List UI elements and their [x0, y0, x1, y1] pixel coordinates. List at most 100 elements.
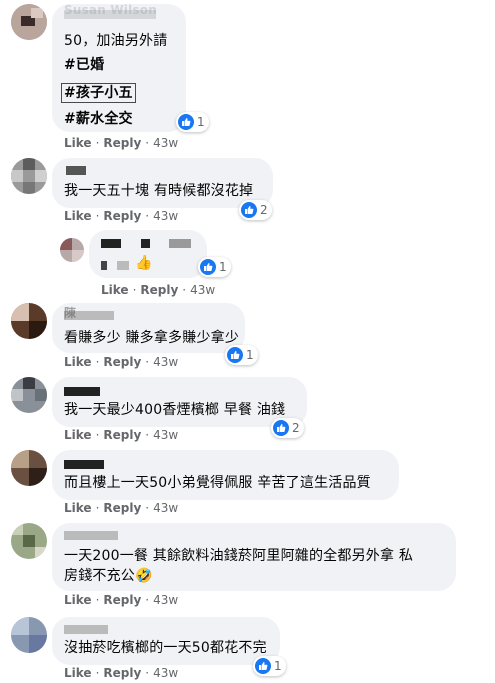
comment-text: 一天200一餐 其餘飲料油錢菸阿里阿雜的全都另外拿 私	[64, 548, 414, 564]
like-button[interactable]: Like	[64, 501, 92, 515]
like-button[interactable]: Like	[64, 666, 92, 680]
reply-button[interactable]: Reply	[103, 136, 141, 150]
reaction-summary[interactable]: 1	[176, 112, 209, 132]
author-name[interactable]: 陳	[64, 307, 76, 319]
comment-text: 👍	[135, 255, 153, 271]
comment-actions: Like · Reply · 43w	[64, 428, 178, 442]
thumbs-up-icon	[200, 259, 216, 275]
avatar[interactable]	[11, 303, 47, 339]
reply-button[interactable]: Reply	[103, 209, 141, 223]
reaction-summary[interactable]: 1	[225, 345, 258, 365]
reply-button[interactable]: Reply	[140, 283, 178, 297]
avatar[interactable]	[11, 523, 47, 559]
author-name-redacted-part	[141, 239, 150, 248]
reaction-count: 1	[274, 659, 282, 673]
separator: ·	[95, 209, 100, 223]
reply-button[interactable]: Reply	[103, 428, 141, 442]
comment-actions: Like · Reply · 43w	[64, 666, 178, 680]
comment-bubble: 50，加油另外請 #已婚 #孩子小五 #薪水全交	[52, 4, 186, 132]
avatar[interactable]	[60, 238, 84, 262]
timestamp-link[interactable]: 43w	[153, 209, 178, 223]
comment-text: 而且樓上一天50小弟覺得佩服 辛苦了這生活品質	[64, 475, 371, 491]
timestamp-link[interactable]: 43w	[153, 593, 178, 607]
author-name[interactable]: Susan Wilson	[64, 4, 157, 16]
avatar[interactable]	[11, 4, 47, 40]
avatar[interactable]	[11, 158, 47, 194]
separator: ·	[182, 283, 187, 297]
timestamp-link[interactable]: 43w	[153, 666, 178, 680]
separator: ·	[95, 136, 100, 150]
comment-bubble: 沒抽菸吃檳榔的一天50都花不完	[52, 617, 280, 665]
timestamp-link[interactable]: 43w	[153, 355, 178, 369]
like-button[interactable]: Like	[101, 283, 129, 297]
timestamp-link[interactable]: 43w	[190, 283, 215, 297]
author-name-redacted[interactable]	[64, 531, 118, 540]
comment-bubble: 我一天五十塊 有時候都沒花掉	[52, 158, 273, 208]
separator: ·	[145, 428, 150, 442]
separator: ·	[95, 666, 100, 680]
comment-bubble: 看賺多少 賺多拿多賺少拿少	[52, 303, 245, 353]
separator: ·	[95, 428, 100, 442]
avatar[interactable]	[11, 450, 47, 486]
reaction-summary[interactable]: 1	[198, 257, 231, 277]
comment-text: 我一天五十塊 有時候都沒花掉	[64, 183, 254, 199]
comment-text: 50，加油另外請	[64, 33, 168, 49]
reaction-count: 1	[219, 260, 227, 274]
thumbs-up-icon	[241, 202, 257, 218]
author-name-redacted[interactable]	[64, 625, 108, 634]
separator: ·	[95, 355, 100, 369]
comment-text: 我一天最少400香煙檳榔 早餐 油錢	[64, 402, 286, 418]
avatar[interactable]	[11, 377, 47, 413]
reply-button[interactable]: Reply	[103, 501, 141, 515]
separator: ·	[145, 666, 150, 680]
hashtag-link[interactable]: #已婚	[64, 56, 104, 74]
like-button[interactable]: Like	[64, 136, 92, 150]
separator: ·	[145, 501, 150, 515]
author-name-redacted[interactable]	[64, 387, 100, 396]
comment-actions: Like · Reply · 43w	[101, 283, 215, 297]
comment-actions: Like · Reply · 43w	[64, 501, 178, 515]
comment-bubble: 一天200一餐 其餘飲料油錢菸阿里阿雜的全都另外拿 私 房錢不充公🤣	[52, 523, 456, 591]
separator: ·	[145, 355, 150, 369]
reaction-summary[interactable]: 2	[239, 200, 272, 220]
timestamp-link[interactable]: 43w	[153, 501, 178, 515]
reaction-summary[interactable]: 2	[271, 418, 304, 438]
like-button[interactable]: Like	[64, 593, 92, 607]
comment-actions: Like · Reply · 43w	[64, 136, 178, 150]
comment-bubble: 👍	[89, 230, 207, 278]
avatar[interactable]	[11, 617, 47, 653]
reaction-count: 2	[260, 203, 268, 217]
reply-button[interactable]: Reply	[103, 593, 141, 607]
reaction-summary[interactable]: 1	[253, 656, 286, 676]
like-button[interactable]: Like	[64, 209, 92, 223]
hashtag-link[interactable]: #薪水全交	[64, 110, 133, 128]
reaction-count: 2	[292, 421, 300, 435]
separator: ·	[145, 593, 150, 607]
text-redacted	[101, 261, 107, 270]
comment-actions: Like · Reply · 43w	[64, 593, 178, 607]
reaction-count: 1	[246, 348, 254, 362]
like-button[interactable]: Like	[64, 355, 92, 369]
timestamp-link[interactable]: 43w	[153, 428, 178, 442]
thumbs-up-icon	[273, 420, 289, 436]
separator: ·	[145, 209, 150, 223]
text-redacted	[117, 261, 129, 270]
separator: ·	[95, 501, 100, 515]
hashtag-link[interactable]: #孩子小五	[61, 83, 136, 103]
separator: ·	[95, 593, 100, 607]
reply-button[interactable]: Reply	[103, 355, 141, 369]
author-name-redacted-part	[169, 239, 191, 248]
author-name-redacted[interactable]	[66, 166, 86, 175]
comment-actions: Like · Reply · 43w	[64, 209, 178, 223]
timestamp-link[interactable]: 43w	[153, 136, 178, 150]
like-button[interactable]: Like	[64, 428, 92, 442]
comment-text: 看賺多少 賺多拿多賺少拿少	[64, 330, 240, 346]
author-name-redacted[interactable]	[64, 460, 104, 469]
comment-bubble: 我一天最少400香煙檳榔 早餐 油錢	[52, 377, 307, 427]
author-name-redacted[interactable]	[101, 239, 121, 248]
comment-text: 沒抽菸吃檳榔的一天50都花不完	[64, 640, 267, 656]
separator: ·	[132, 283, 137, 297]
reply-button[interactable]: Reply	[103, 666, 141, 680]
comment-actions: Like · Reply · 43w	[64, 355, 178, 369]
thumbs-up-icon	[227, 347, 243, 363]
